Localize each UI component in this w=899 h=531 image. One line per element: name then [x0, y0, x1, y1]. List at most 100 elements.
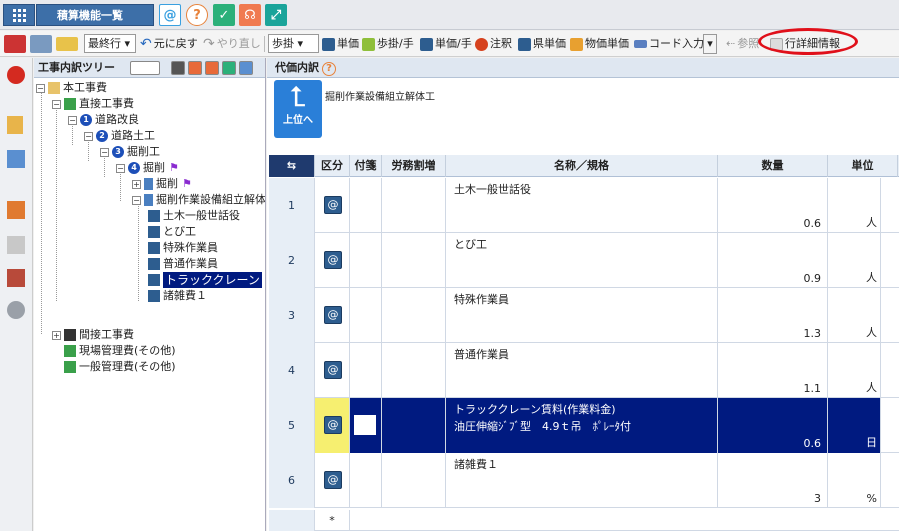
row-number[interactable]: 2 [269, 233, 315, 288]
at-icon[interactable]: @ [159, 4, 181, 26]
name-cell[interactable]: 特殊作業員 [446, 288, 718, 343]
power-icon[interactable] [7, 66, 25, 84]
roumu-cell[interactable] [382, 343, 446, 398]
fusen-cell[interactable] [350, 233, 382, 288]
table-row[interactable]: 6 @ 諸雑費１ 3 % [269, 453, 899, 508]
help-icon[interactable]: ? [322, 62, 336, 76]
fusen-cell[interactable] [350, 343, 382, 398]
tree-node[interactable]: + 掘削 ⚑ [132, 176, 192, 192]
tree-node[interactable]: −4 掘削 ⚑ [116, 160, 179, 176]
delete-row-button[interactable] [4, 34, 28, 54]
tree-tool-icon-1[interactable] [171, 61, 185, 75]
kubun-cell[interactable]: @ [315, 398, 350, 453]
kubun-cell[interactable]: @ [315, 178, 350, 233]
unit-cell[interactable]: 人 [828, 178, 881, 233]
unit-cell[interactable]: 人 [828, 233, 881, 288]
unit-price-button[interactable]: 単価 [322, 34, 359, 54]
roumu-cell[interactable] [382, 178, 446, 233]
row-number[interactable]: 4 [269, 343, 315, 398]
tree-node[interactable]: − 掘削作業設備組立解体 [132, 192, 265, 208]
tree-tool-icon-3[interactable] [205, 61, 219, 75]
shield-icon[interactable]: ✓ [213, 4, 235, 26]
code-input-button[interactable]: コード入力 [634, 34, 704, 54]
tree-node[interactable]: 特殊作業員 [148, 240, 218, 256]
document-icon[interactable] [7, 236, 25, 254]
table-row[interactable]: 1 @ 土木一般世話役 0.6 人 [269, 178, 899, 233]
tree-node[interactable]: −3 掘削工 [100, 144, 160, 160]
row-number[interactable]: 3 [269, 288, 315, 343]
name-cell[interactable]: 普通作業員 [446, 343, 718, 398]
tree-node[interactable]: − 直接工事費 [52, 96, 134, 112]
tree-view-icon[interactable] [7, 116, 23, 134]
col-roumu[interactable]: 労務割増 [382, 155, 446, 177]
note-button[interactable]: 注釈 [475, 34, 512, 54]
roumu-cell[interactable] [382, 453, 446, 508]
roumu-cell[interactable] [382, 398, 446, 453]
row-number[interactable]: 1 [269, 178, 315, 233]
roumu-cell[interactable] [382, 233, 446, 288]
pref-price-button[interactable]: 県単価 [518, 34, 566, 54]
tree-node[interactable]: −1 道路改良 [68, 112, 139, 128]
fusen-cell[interactable] [350, 398, 382, 453]
swap-columns-icon[interactable]: ⇆ [269, 155, 315, 177]
collapse-toggle[interactable]: − [100, 147, 109, 157]
tree-node[interactable]: とび工 [148, 224, 196, 240]
name-cell[interactable]: トラッククレーン賃料(作業料金) 油圧伸縮ｼﾞﾌﾞ型 4.9ｔ吊 ﾎﾟﾚｰﾀ付 [446, 398, 718, 453]
tree-node-selected[interactable]: トラッククレーン [148, 272, 262, 288]
refresh-icon[interactable] [222, 61, 236, 75]
flag-filter-button[interactable] [130, 61, 160, 75]
kubun-cell[interactable]: @ [315, 453, 350, 508]
app-menu-button[interactable] [3, 4, 35, 26]
qty-cell[interactable]: 0.6 [718, 398, 828, 453]
qty-cell[interactable]: 1.3 [718, 288, 828, 343]
col-fusen[interactable]: 付箋 [350, 155, 382, 177]
collapse-toggle[interactable]: − [116, 163, 125, 173]
window-icon[interactable] [7, 150, 25, 168]
reference-button[interactable]: ⇠ 参照 [726, 34, 759, 54]
expand-toggle[interactable]: + [52, 330, 61, 340]
fusen-cell[interactable] [350, 178, 382, 233]
roumu-cell[interactable] [382, 288, 446, 343]
tree-node[interactable]: 諸雑費１ [148, 288, 207, 304]
kubun-cell[interactable]: @ [315, 343, 350, 398]
tree-node[interactable]: 一般管理費(その他) [64, 359, 176, 375]
step-hand-button[interactable]: 歩掛/手 [362, 34, 414, 54]
table-row[interactable]: 4 @ 普通作業員 1.1 人 [269, 343, 899, 398]
tree-node[interactable]: 土木一般世話役 [148, 208, 240, 224]
fusen-cell[interactable] [350, 288, 382, 343]
goods-price-button[interactable]: 物価単価 [570, 34, 629, 54]
unit-cell[interactable]: 日 [828, 398, 881, 453]
tree-node[interactable]: + 間接工事費 [52, 327, 134, 343]
tree-tool-icon-2[interactable] [188, 61, 202, 75]
table-button[interactable] [56, 34, 80, 54]
tools-icon[interactable] [7, 269, 25, 287]
step-select[interactable]: 歩掛 ▾ [268, 34, 319, 53]
collapse-toggle[interactable]: − [84, 131, 93, 141]
settings-icon[interactable] [7, 301, 25, 319]
collapse-toggle[interactable]: − [68, 115, 77, 125]
col-name[interactable]: 名称／規格 [446, 155, 718, 177]
name-cell[interactable]: とび工 [446, 233, 718, 288]
name-cell[interactable]: 諸雑費１ [446, 453, 718, 508]
tree-node[interactable]: 普通作業員 [148, 256, 218, 272]
code-dropdown-button[interactable]: ▾ [703, 34, 717, 54]
price-hand-button[interactable]: 単価/手 [420, 34, 472, 54]
col-kubun[interactable]: 区分 [315, 155, 350, 177]
tree-node[interactable]: − 本工事費 [36, 80, 107, 96]
new-row[interactable]: * [269, 510, 899, 531]
collapse-toggle[interactable]: − [52, 99, 61, 109]
table-row[interactable]: 2 @ とび工 0.9 人 [269, 233, 899, 288]
close-icon[interactable] [239, 61, 253, 75]
table-row-selected[interactable]: 5 @ トラッククレーン賃料(作業料金) 油圧伸縮ｼﾞﾌﾞ型 4.9ｔ吊 ﾎﾟﾚｰ… [269, 398, 899, 453]
col-unit[interactable]: 単位 [828, 155, 898, 177]
home-icon[interactable] [7, 201, 25, 219]
kubun-cell[interactable]: @ [315, 288, 350, 343]
col-qty[interactable]: 数量 [718, 155, 828, 177]
row-number[interactable]: 5 [269, 398, 315, 453]
undo-button[interactable]: ↶ 元に戻す [140, 34, 198, 54]
tree-node[interactable]: −2 道路土工 [84, 128, 155, 144]
level-select[interactable]: 最終行 ▾ [84, 34, 136, 53]
qty-cell[interactable]: 0.9 [718, 233, 828, 288]
go-up-button[interactable]: ⮤ 上位へ [274, 80, 322, 138]
table-row[interactable]: 3 @ 特殊作業員 1.3 人 [269, 288, 899, 343]
